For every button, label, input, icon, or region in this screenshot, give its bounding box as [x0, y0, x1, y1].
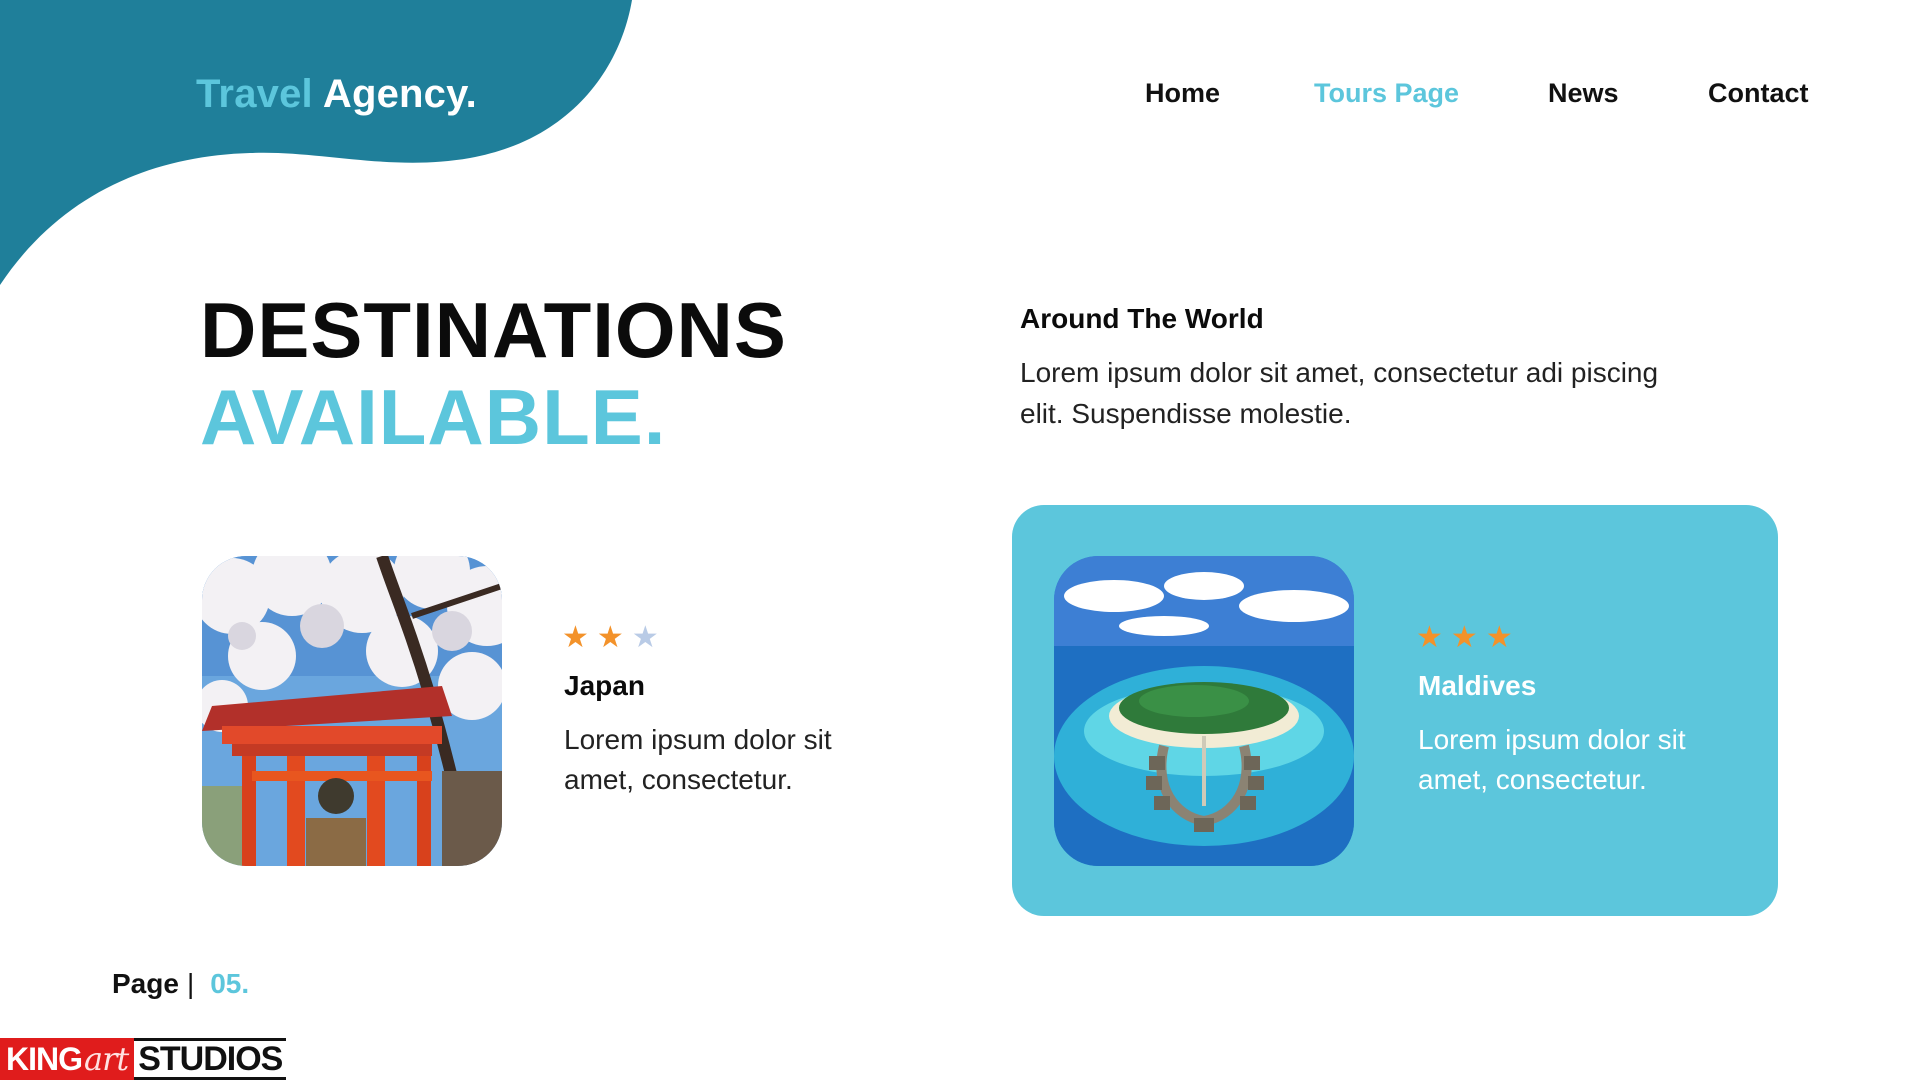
nav-link-news[interactable]: News — [1548, 78, 1619, 109]
maldives-island-photo[interactable] — [1054, 556, 1354, 866]
star-icon: ★ — [596, 621, 632, 654]
watermark-king: KING — [6, 1040, 83, 1077]
nav-link-contact[interactable]: Contact — [1708, 78, 1809, 109]
page-separator: | — [186, 968, 195, 999]
nav-link-tours-page[interactable]: Tours Page — [1314, 78, 1459, 109]
destination-name-japan: Japan — [564, 670, 645, 701]
hero-title-line1: DESTINATIONS — [200, 286, 787, 374]
star-icon: ★ — [1450, 621, 1486, 654]
destination-text-japan: Lorem ipsum dolor sit amet, consectetur. — [564, 724, 832, 795]
destination-name-maldives: Maldives — [1418, 670, 1537, 701]
hero-title-line2: AVAILABLE. — [200, 373, 667, 461]
page-number: 05. — [210, 968, 250, 999]
star-icon: ★ — [1485, 621, 1521, 654]
maldives-rating-stars: ★★★ — [1416, 620, 1521, 655]
watermark-art: art — [84, 1040, 129, 1078]
main-nav: Home Tours Page News Contact — [0, 78, 1920, 118]
page-indicator: Page | 05. — [112, 968, 249, 1000]
intro-text: Lorem ipsum dolor sit amet, consectetur … — [1020, 357, 1659, 429]
destination-text-maldives: Lorem ipsum dolor sit amet, consectetur. — [1418, 724, 1686, 795]
japan-rating-stars: ★★★ — [562, 620, 667, 655]
intro-title: Around The World — [1020, 303, 1264, 334]
star-icon: ★ — [1416, 621, 1451, 654]
star-empty-icon: ★ — [631, 621, 667, 654]
star-icon: ★ — [562, 621, 597, 654]
studio-watermark: KING art STUDIOS — [0, 1038, 287, 1080]
japan-temple-photo[interactable] — [202, 556, 502, 866]
watermark-red-block: KING art — [0, 1038, 135, 1080]
nav-link-home[interactable]: Home — [1145, 78, 1220, 109]
header-wave-shape — [0, 0, 632, 285]
page-label: Page — [112, 968, 179, 999]
watermark-studios: STUDIOS — [134, 1038, 287, 1080]
